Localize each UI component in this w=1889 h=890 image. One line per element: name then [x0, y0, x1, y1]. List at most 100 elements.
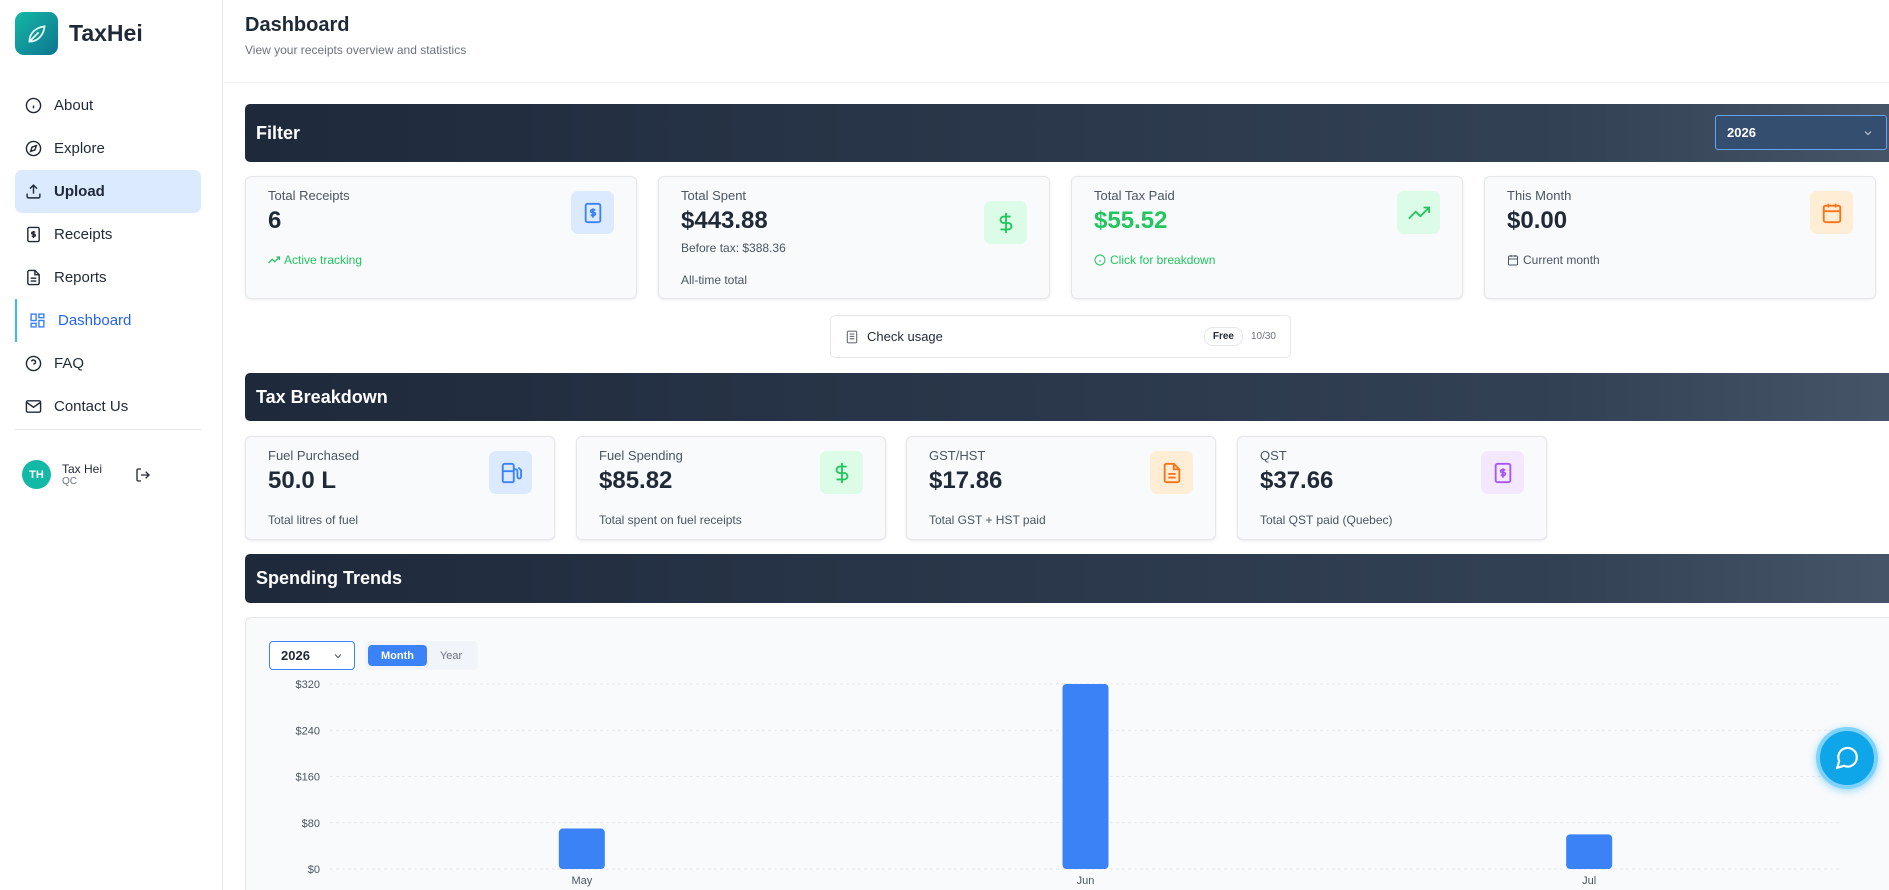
receipt-icon [27, 226, 40, 243]
logout-icon[interactable] [135, 467, 151, 483]
dollar-icon [984, 201, 1027, 244]
stat-label: QST [1260, 448, 1287, 463]
sidebar-item-explore[interactable]: Explore [15, 127, 201, 170]
page-title: Dashboard [245, 14, 350, 36]
dashboard-grid-icon [30, 313, 45, 328]
chevron-down-icon [1864, 130, 1872, 135]
sidebar-nav: About Explore Upload Receipts Reports Da… [15, 84, 201, 428]
sidebar-item-label: Upload [54, 183, 105, 200]
brand[interactable]: TaxHei [15, 12, 143, 55]
toggle-year[interactable]: Year [427, 645, 475, 666]
sidebar-item-receipts[interactable]: Receipts [15, 213, 201, 256]
sidebar-divider [15, 429, 201, 430]
fuel-pump-icon [489, 451, 532, 494]
stat-subtext: Total QST paid (Quebec) [1260, 513, 1393, 527]
info-icon [1094, 254, 1106, 266]
y-tick-label: $240 [296, 725, 320, 737]
x-tick-label: May [571, 875, 592, 887]
fuel-spending-card: Fuel Spending $85.82 Total spent on fuel… [576, 436, 886, 540]
page-subtitle: View your receipts overview and statisti… [245, 43, 467, 57]
sidebar-item-label: Contact Us [54, 398, 129, 415]
stat-value: $17.86 [929, 467, 1003, 494]
stat-subtext-label: Current month [1523, 253, 1600, 267]
spending-trends-panel: $0 $80 $160 $240 $320 May Jun Jul 2026 Month Ye… [245, 617, 1889, 890]
y-tick-label: $160 [296, 772, 320, 784]
user-profile[interactable]: TH Tax Hei QC [22, 460, 151, 489]
usage-count: 10/30 [1250, 331, 1276, 342]
this-month-card[interactable]: This Month $0.00 Current month [1484, 176, 1876, 299]
brand-name: TaxHei [69, 20, 143, 46]
qst-card: QST $37.66 Total QST paid (Quebec) [1237, 436, 1547, 540]
stat-subtext: Current month [1507, 253, 1600, 267]
sidebar-item-faq[interactable]: FAQ [15, 342, 201, 385]
gst-hst-card: GST/HST $17.86 Total GST + HST paid [906, 436, 1216, 540]
bar [558, 828, 605, 869]
header-divider [224, 82, 1889, 83]
chart-year-value: 2026 [281, 648, 310, 663]
chart-year-select[interactable]: 2026 [269, 641, 355, 670]
page-header: Dashboard View your receipts overview an… [245, 14, 466, 57]
toggle-month[interactable]: Month [368, 645, 427, 666]
sidebar-item-dashboard[interactable]: Dashboard [15, 299, 201, 342]
info-icon [25, 97, 42, 114]
stat-subtext: Total spent on fuel receipts [599, 513, 742, 527]
trending-up-icon [268, 256, 280, 264]
stat-value: $85.82 [599, 467, 673, 494]
stat-value: 6 [268, 207, 282, 234]
sidebar-item-label: About [54, 97, 94, 114]
sidebar-item-contact[interactable]: Contact Us [15, 385, 201, 428]
user-name: Tax Hei [62, 462, 103, 476]
check-usage-button[interactable]: Check usage Free 10/30 [830, 315, 1291, 358]
stat-label: GST/HST [929, 448, 986, 463]
calendar-icon [1508, 255, 1518, 266]
sidebar-item-label: FAQ [54, 355, 85, 372]
bar [1062, 684, 1109, 869]
file-text-icon [1150, 451, 1193, 494]
receipt-icon [1481, 451, 1524, 494]
sidebar-item-label: Reports [54, 269, 107, 286]
stat-label: Fuel Purchased [268, 448, 360, 463]
sidebar-item-label: Dashboard [58, 312, 132, 329]
document-icon [846, 330, 858, 343]
avatar: TH [22, 460, 51, 489]
stat-subtext: Active tracking [268, 253, 362, 267]
mail-icon [25, 400, 42, 413]
sidebar-item-label: Explore [54, 140, 105, 157]
filter-year-select[interactable]: 2026 [1715, 115, 1887, 150]
stat-subtext: Total GST + HST paid [929, 513, 1046, 527]
breakdown-link[interactable]: Click for breakdown [1094, 253, 1215, 267]
total-tax-card[interactable]: Total Tax Paid $55.52 Click for breakdow… [1071, 176, 1463, 299]
filter-header: Filter 2026 [245, 104, 1889, 162]
user-province: QC [62, 476, 77, 487]
tax-breakdown-header: Tax Breakdown [245, 373, 1889, 421]
stat-subtext: Total litres of fuel [268, 513, 359, 527]
x-tick-label: Jun [1077, 875, 1095, 887]
total-receipts-card[interactable]: Total Receipts 6 Active tracking [245, 176, 637, 299]
main-content: Dashboard View your receipts overview an… [224, 0, 1889, 890]
stat-value: $0.00 [1507, 207, 1568, 234]
total-spent-card[interactable]: Total Spent $443.88 Before tax: $388.36 … [658, 176, 1050, 299]
sidebar-item-reports[interactable]: Reports [15, 256, 201, 299]
sidebar-item-label: Receipts [54, 226, 113, 243]
stat-value: $55.52 [1094, 207, 1168, 234]
spending-trends-title: Spending Trends [256, 568, 403, 588]
user-info: Tax Hei QC [62, 462, 102, 487]
receipt-icon [571, 191, 614, 234]
chat-button[interactable] [1816, 727, 1878, 789]
sidebar-item-about[interactable]: About [15, 84, 201, 127]
tax-breakdown-title: Tax Breakdown [256, 386, 388, 407]
sidebar-item-upload[interactable]: Upload [15, 170, 201, 213]
stat-label: Total Receipts [268, 188, 350, 203]
help-circle-icon [25, 355, 42, 372]
calendar-icon [1810, 191, 1853, 234]
file-text-icon [27, 269, 40, 286]
period-toggle: Month Year [365, 641, 479, 670]
stat-subtext: All-time total [681, 273, 748, 287]
bar [1566, 834, 1613, 869]
x-tick-label: Jul [1582, 875, 1596, 887]
spending-trends-chart: $0 $80 $160 $240 $320 May Jun Jul [296, 679, 1841, 887]
stat-label: Fuel Spending [599, 448, 683, 463]
compass-icon [25, 140, 42, 157]
stat-label: This Month [1507, 188, 1572, 203]
stat-label: Total Tax Paid [1094, 188, 1175, 203]
